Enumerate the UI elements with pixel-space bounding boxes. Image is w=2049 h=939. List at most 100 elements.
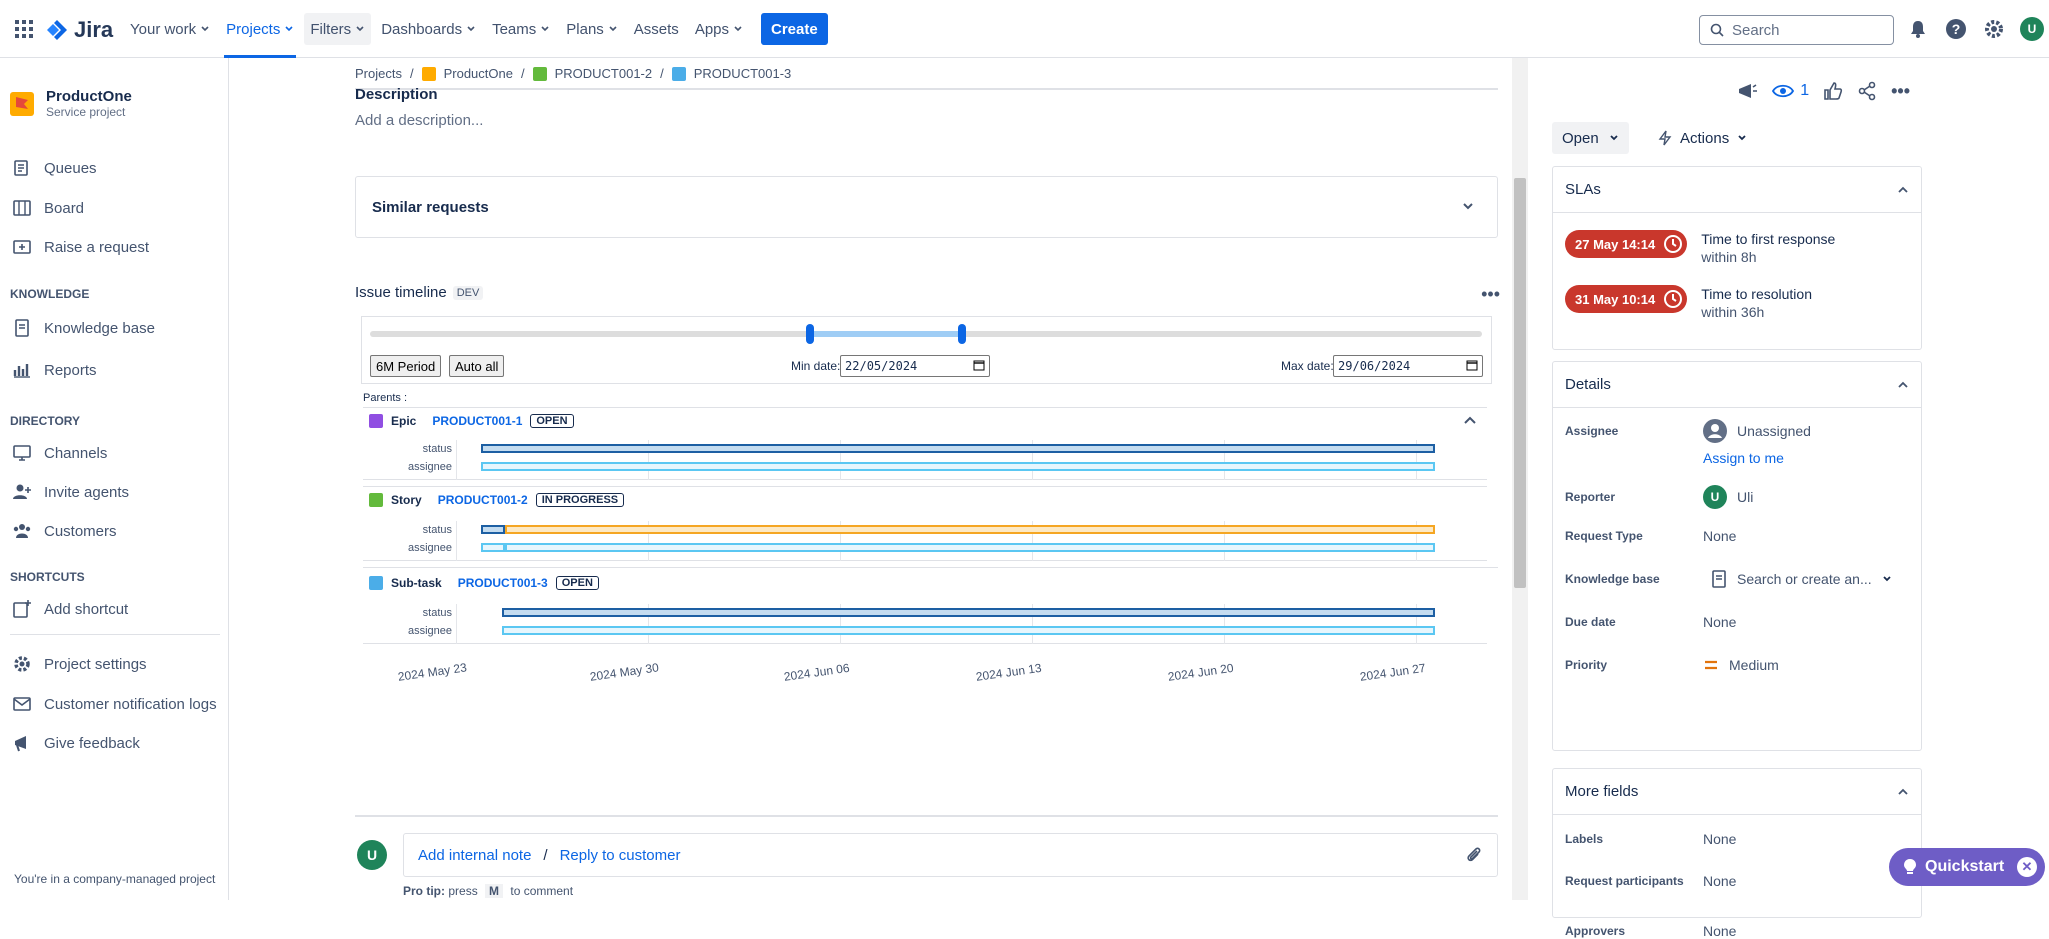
nav-your-work[interactable]: Your work bbox=[124, 13, 216, 45]
axis-tick-label: 2024 Jun 27 bbox=[1359, 660, 1427, 684]
field-label: Assignee bbox=[1565, 424, 1619, 438]
more-options-icon[interactable]: ••• bbox=[1481, 284, 1500, 305]
approvers-value[interactable]: None bbox=[1703, 923, 1736, 939]
sidebar-item-project-settings[interactable]: Project settings bbox=[12, 654, 147, 674]
field-request-participants: Request participants None bbox=[1565, 873, 1736, 889]
nav-apps[interactable]: Apps bbox=[689, 13, 749, 45]
more-fields-header[interactable]: More fields bbox=[1553, 769, 1921, 815]
sidebar-item-label: Knowledge base bbox=[44, 319, 155, 337]
priority-value[interactable]: Medium bbox=[1703, 657, 1779, 673]
jira-logo[interactable]: Jira bbox=[46, 17, 113, 43]
details-header[interactable]: Details bbox=[1553, 362, 1921, 408]
sidebar-item-queues[interactable]: Queues bbox=[12, 158, 97, 178]
sidebar-item-raise-request[interactable]: Raise a request bbox=[12, 237, 149, 257]
quickstart-button[interactable]: Quickstart ✕ bbox=[1889, 848, 2045, 886]
reporter-value[interactable]: U Uli bbox=[1703, 485, 1753, 509]
sla-item: 27 May 14:14 Time to first response with… bbox=[1565, 230, 1835, 266]
scrollbar-thumb[interactable] bbox=[1514, 178, 1526, 588]
close-icon[interactable]: ✕ bbox=[2017, 857, 2037, 877]
search-input[interactable]: Search bbox=[1699, 15, 1894, 45]
divider bbox=[355, 815, 1498, 817]
create-button[interactable]: Create bbox=[761, 13, 828, 45]
help-icon[interactable]: ? bbox=[1944, 17, 1968, 41]
slider-handle-max[interactable] bbox=[958, 324, 966, 344]
participants-value[interactable]: None bbox=[1703, 873, 1736, 889]
nav-teams[interactable]: Teams bbox=[486, 13, 556, 45]
sidebar-item-knowledge-base[interactable]: Knowledge base bbox=[12, 318, 155, 338]
field-label: Labels bbox=[1565, 832, 1604, 846]
similar-requests-panel[interactable]: Similar requests bbox=[355, 176, 1498, 238]
add-internal-note-link[interactable]: Add internal note bbox=[418, 847, 531, 864]
nav-assets[interactable]: Assets bbox=[628, 13, 685, 45]
nav-plans[interactable]: Plans bbox=[560, 13, 624, 45]
project-header[interactable]: ProductOne Service project bbox=[10, 88, 132, 119]
breadcrumb-current-issue[interactable]: PRODUCT001-3 bbox=[694, 66, 792, 81]
sidebar-item-board[interactable]: Board bbox=[12, 198, 84, 218]
subtask-type-icon bbox=[671, 66, 686, 81]
sidebar-item-reports[interactable]: Reports bbox=[12, 360, 97, 380]
due-date-value[interactable]: None bbox=[1703, 614, 1736, 630]
watch-button[interactable]: 1 bbox=[1772, 82, 1809, 100]
breadcrumb-parent-issue[interactable]: PRODUCT001-2 bbox=[555, 66, 653, 81]
gantt-row-label: status bbox=[422, 524, 452, 536]
gantt-bar-status-open bbox=[481, 525, 505, 534]
auto-all-button[interactable]: Auto all bbox=[449, 355, 505, 377]
assign-to-me-link[interactable]: Assign to me bbox=[1703, 450, 1784, 466]
status-dropdown[interactable]: Open bbox=[1552, 122, 1629, 154]
slider-handle-min[interactable] bbox=[806, 324, 814, 344]
settings-gear-icon[interactable] bbox=[1982, 17, 2006, 41]
sidebar-item-customers[interactable]: Customers bbox=[12, 521, 117, 541]
nav-label: Projects bbox=[226, 20, 281, 38]
comment-box[interactable]: Add internal note / Reply to customer bbox=[403, 833, 1498, 877]
app-switcher-icon[interactable] bbox=[14, 19, 34, 39]
nav-dashboards[interactable]: Dashboards bbox=[375, 13, 482, 45]
megaphone-icon bbox=[15, 736, 26, 752]
issue-key-link[interactable]: PRODUCT001-1 bbox=[432, 414, 522, 428]
more-actions-icon[interactable]: ••• bbox=[1891, 81, 1910, 102]
breadcrumb-projects[interactable]: Projects bbox=[355, 66, 402, 81]
subtask-type-icon bbox=[369, 576, 383, 590]
request-type-value[interactable]: None bbox=[1703, 528, 1736, 544]
description-input[interactable]: Add a description... bbox=[355, 112, 483, 129]
date-year: 2024 bbox=[888, 359, 918, 373]
feedback-megaphone-icon[interactable] bbox=[1736, 80, 1758, 102]
issue-key-link[interactable]: PRODUCT001-3 bbox=[458, 576, 548, 590]
board-icon bbox=[13, 200, 31, 216]
breadcrumb-sep: / bbox=[409, 66, 414, 81]
attachment-paperclip-icon[interactable] bbox=[1465, 846, 1483, 864]
assignee-value[interactable]: Unassigned bbox=[1703, 419, 1811, 443]
field-due-date: Due date None bbox=[1565, 614, 1736, 630]
sidebar-item-give-feedback[interactable]: Give feedback bbox=[12, 733, 140, 753]
slas-header[interactable]: SLAs bbox=[1553, 167, 1921, 213]
assignee-name: Unassigned bbox=[1737, 423, 1811, 439]
top-actions: ? U bbox=[1906, 17, 2044, 41]
six-month-period-button[interactable]: 6M Period bbox=[370, 355, 442, 377]
reply-to-customer-link[interactable]: Reply to customer bbox=[560, 847, 681, 864]
knowledge-base-select[interactable]: Search or create an... bbox=[1711, 570, 1892, 588]
sidebar-item-channels[interactable]: Channels bbox=[12, 443, 107, 463]
user-avatar[interactable]: U bbox=[2020, 17, 2044, 41]
actions-dropdown[interactable]: Actions bbox=[1652, 122, 1753, 154]
share-icon[interactable] bbox=[1857, 81, 1877, 101]
labels-value[interactable]: None bbox=[1703, 831, 1736, 847]
chevron-up-icon[interactable] bbox=[1463, 414, 1477, 428]
sidebar-item-add-shortcut[interactable]: Add shortcut bbox=[12, 599, 128, 619]
breadcrumb: Projects / ProductOne / PRODUCT001-2 / PROD… bbox=[355, 66, 791, 81]
thumbs-up-icon[interactable] bbox=[1823, 81, 1843, 101]
field-labels: Labels None bbox=[1565, 831, 1736, 847]
timeline-issue-story: Story PRODUCT001-2 IN PROGRESS bbox=[363, 486, 1487, 512]
date-range-slider[interactable] bbox=[370, 324, 1482, 344]
sidebar-item-notification-logs[interactable]: Customer notification logs bbox=[12, 694, 217, 714]
field-reporter: Reporter U Uli bbox=[1565, 485, 1753, 509]
breadcrumb-project[interactable]: ProductOne bbox=[444, 66, 513, 81]
issue-key-link[interactable]: PRODUCT001-2 bbox=[438, 493, 528, 507]
calendar-icon bbox=[973, 360, 985, 371]
gantt-bar-status-in-progress bbox=[505, 525, 1435, 534]
min-date-input[interactable]: 22/05/2024 bbox=[840, 355, 990, 377]
nav-filters[interactable]: Filters bbox=[304, 13, 372, 45]
main-scrollbar[interactable] bbox=[1512, 58, 1528, 900]
notifications-icon[interactable] bbox=[1906, 17, 1930, 41]
sidebar-item-invite-agents[interactable]: Invite agents bbox=[12, 482, 129, 502]
nav-projects[interactable]: Projects bbox=[220, 0, 300, 58]
max-date-input[interactable]: 29/06/2024 bbox=[1333, 355, 1483, 377]
